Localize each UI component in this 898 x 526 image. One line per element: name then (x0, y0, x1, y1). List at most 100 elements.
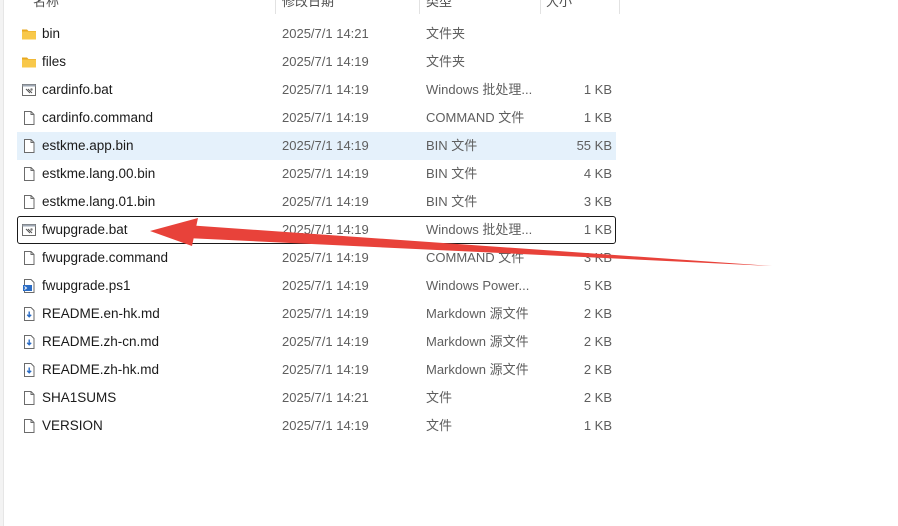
file-list: bin 2025/7/1 14:21 文件夹 files 2025/7/1 14:19 文… (17, 20, 616, 440)
file-icon (21, 418, 37, 434)
file-modified-date: 2025/7/1 14:19 (282, 138, 369, 153)
file-type: Markdown 源文件 (426, 362, 529, 377)
file-modified-date: 2025/7/1 14:19 (282, 306, 369, 321)
file-explorer-window: 名称 修改日期 类型 大小 bin 2025/7/1 14:21 文件夹 files 2… (0, 0, 898, 526)
file-row[interactable]: README.en-hk.md 2025/7/1 14:19 Markdown 源文… (17, 300, 616, 328)
column-divider[interactable] (419, 0, 420, 14)
file-row[interactable]: fwupgrade.bat 2025/7/1 14:19 Windows 批处理..… (17, 216, 616, 244)
folder-icon (21, 54, 37, 70)
batch-file-icon (21, 222, 37, 238)
file-name: cardinfo.bat (42, 82, 113, 97)
file-name: cardinfo.command (42, 110, 154, 125)
file-size: 4 KB (583, 166, 612, 181)
file-modified-date: 2025/7/1 14:19 (282, 54, 369, 69)
navigation-pane-edge (0, 0, 4, 526)
file-modified-date: 2025/7/1 14:19 (282, 166, 369, 181)
powershell-file-icon (21, 278, 37, 294)
markdown-file-icon (21, 334, 37, 350)
file-type: 文件 (426, 418, 453, 433)
file-name: fwupgrade.bat (42, 222, 128, 237)
file-row[interactable]: fwupgrade.command 2025/7/1 14:19 COMMAND 文… (17, 244, 616, 272)
file-type: 文件夹 (426, 54, 466, 69)
file-row[interactable]: files 2025/7/1 14:19 文件夹 (17, 48, 616, 76)
file-icon (21, 166, 37, 182)
file-icon (21, 194, 37, 210)
file-name: estkme.app.bin (42, 138, 134, 153)
file-type: BIN 文件 (426, 194, 478, 209)
file-size: 5 KB (583, 278, 612, 293)
file-type: COMMAND 文件 (426, 250, 525, 265)
file-type: BIN 文件 (426, 138, 478, 153)
column-divider[interactable] (540, 0, 541, 14)
file-row[interactable]: README.zh-hk.md 2025/7/1 14:19 Markdown 源文… (17, 356, 616, 384)
file-row[interactable]: estkme.lang.01.bin 2025/7/1 14:19 BIN 文件 3 … (17, 188, 616, 216)
file-type: 文件 (426, 390, 453, 405)
file-size: 2 KB (583, 390, 612, 405)
file-row[interactable]: cardinfo.bat 2025/7/1 14:19 Windows 批处理...… (17, 76, 616, 104)
file-size: 2 KB (583, 306, 612, 321)
file-name: fwupgrade.command (42, 250, 169, 265)
file-name: README.zh-hk.md (42, 362, 160, 377)
column-header-size[interactable]: 大小 (546, 0, 572, 14)
file-modified-date: 2025/7/1 14:19 (282, 194, 369, 209)
file-modified-date: 2025/7/1 14:19 (282, 418, 369, 433)
file-size: 55 KB (576, 138, 612, 153)
file-row[interactable]: fwupgrade.ps1 2025/7/1 14:19 Windows Power… (17, 272, 616, 300)
file-size (547, 20, 612, 48)
file-name: SHA1SUMS (42, 390, 117, 405)
file-icon (21, 250, 37, 266)
file-name: files (42, 54, 67, 69)
file-modified-date: 2025/7/1 14:19 (282, 278, 369, 293)
file-name: VERSION (42, 418, 103, 433)
file-size: 3 KB (583, 194, 612, 209)
file-size: 1 KB (583, 110, 612, 125)
folder-icon (21, 26, 37, 42)
file-row[interactable]: bin 2025/7/1 14:21 文件夹 (17, 20, 616, 48)
file-type: Markdown 源文件 (426, 334, 529, 349)
file-size (547, 48, 612, 76)
file-row[interactable]: estkme.app.bin 2025/7/1 14:19 BIN 文件 55 KB (17, 132, 616, 160)
file-icon (21, 390, 37, 406)
file-modified-date: 2025/7/1 14:19 (282, 334, 369, 349)
file-modified-date: 2025/7/1 14:19 (282, 110, 369, 125)
column-header-date[interactable]: 修改日期 (282, 0, 334, 14)
file-type: COMMAND 文件 (426, 110, 525, 125)
file-size: 1 KB (583, 222, 612, 237)
file-icon (21, 138, 37, 154)
file-name: README.zh-cn.md (42, 334, 160, 349)
file-type: Windows 批处理... (426, 222, 533, 237)
column-header: 名称 修改日期 类型 大小 (0, 0, 620, 14)
file-size: 2 KB (583, 334, 612, 349)
file-modified-date: 2025/7/1 14:19 (282, 362, 369, 377)
file-modified-date: 2025/7/1 14:21 (282, 390, 369, 405)
file-type: 文件夹 (426, 26, 466, 41)
file-type: Windows Power... (426, 278, 530, 293)
column-divider[interactable] (275, 0, 276, 14)
file-row[interactable]: estkme.lang.00.bin 2025/7/1 14:19 BIN 文件 4 … (17, 160, 616, 188)
file-modified-date: 2025/7/1 14:21 (282, 26, 369, 41)
file-name: estkme.lang.00.bin (42, 166, 156, 181)
file-modified-date: 2025/7/1 14:19 (282, 250, 369, 265)
file-size: 2 KB (583, 362, 612, 377)
file-icon (21, 110, 37, 126)
file-size: 3 KB (583, 250, 612, 265)
file-name: estkme.lang.01.bin (42, 194, 156, 209)
file-name: fwupgrade.ps1 (42, 278, 131, 293)
file-modified-date: 2025/7/1 14:19 (282, 222, 369, 237)
file-type: Windows 批处理... (426, 82, 533, 97)
file-row[interactable]: SHA1SUMS 2025/7/1 14:21 文件 2 KB (17, 384, 616, 412)
column-divider[interactable] (619, 0, 620, 14)
batch-file-icon (21, 82, 37, 98)
file-row[interactable]: README.zh-cn.md 2025/7/1 14:19 Markdown 源文… (17, 328, 616, 356)
file-type: Markdown 源文件 (426, 306, 529, 321)
file-name: bin (42, 26, 61, 41)
file-name: README.en-hk.md (42, 306, 160, 321)
file-size: 1 KB (583, 82, 612, 97)
column-header-type[interactable]: 类型 (426, 0, 452, 14)
column-header-name[interactable]: 名称 (33, 0, 59, 14)
file-row[interactable]: VERSION 2025/7/1 14:19 文件 1 KB (17, 412, 616, 440)
file-row[interactable]: cardinfo.command 2025/7/1 14:19 COMMAND 文件… (17, 104, 616, 132)
file-size: 1 KB (583, 418, 612, 433)
file-type: BIN 文件 (426, 166, 478, 181)
file-modified-date: 2025/7/1 14:19 (282, 82, 369, 97)
